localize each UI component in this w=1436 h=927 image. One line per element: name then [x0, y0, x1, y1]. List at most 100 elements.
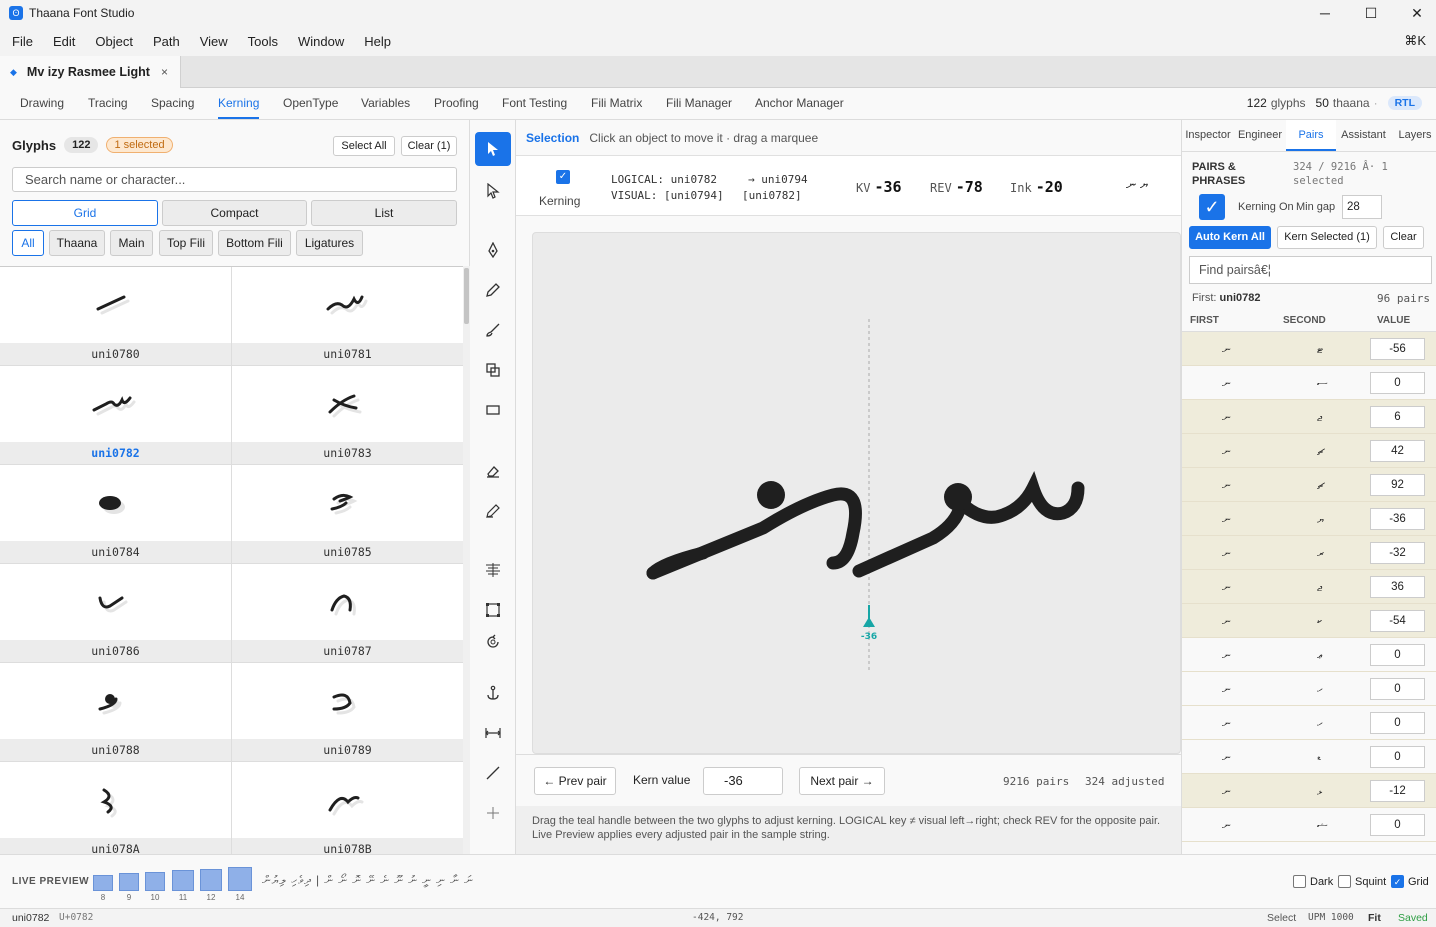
tab-tracing[interactable]: Tracing [88, 88, 128, 119]
tab-fili-matrix[interactable]: Fili Matrix [591, 88, 642, 119]
glyph-cell[interactable]: uni0781 [232, 267, 463, 365]
direct-select-tool-icon[interactable] [475, 174, 511, 208]
pair-value-input[interactable]: 0 [1370, 712, 1425, 734]
glyph-cell[interactable]: uni0784 [0, 465, 231, 563]
filter-thaana[interactable]: Thaana [49, 230, 105, 256]
find-pairs-input[interactable]: Find pairsâ€¦ [1189, 256, 1432, 284]
menu-tools[interactable]: Tools [240, 34, 286, 49]
measure-tool-icon[interactable] [475, 716, 511, 750]
tab-inspector[interactable]: Inspector [1182, 120, 1234, 151]
pair-value-input[interactable]: -36 [1370, 508, 1425, 530]
menu-help[interactable]: Help [356, 34, 399, 49]
pair-row[interactable]: ނ ކ -54 [1182, 604, 1436, 638]
align-tool-icon[interactable] [475, 553, 511, 587]
pair-value-input[interactable]: -32 [1370, 542, 1425, 564]
preview-size-swatch[interactable] [119, 873, 139, 891]
pair-row[interactable]: ނ ޅ -12 [1182, 774, 1436, 808]
view-compact-button[interactable]: Compact [162, 200, 307, 226]
tab-spacing[interactable]: Spacing [151, 88, 194, 119]
pair-row[interactable]: ނ ޗ 92 [1182, 468, 1436, 502]
menu-view[interactable]: View [192, 34, 236, 49]
squint-checkbox[interactable] [1338, 875, 1351, 888]
pair-value-input[interactable]: 42 [1370, 440, 1425, 462]
grid-checkbox[interactable]: ✓ [1391, 875, 1404, 888]
brush-tool-icon[interactable] [475, 313, 511, 347]
close-tab-icon[interactable]: × [161, 65, 168, 79]
minimize-button[interactable]: ─ [1302, 0, 1348, 26]
kern-selected-button[interactable]: Kern Selected (1) [1277, 226, 1377, 249]
pair-value-input[interactable]: 0 [1370, 814, 1425, 836]
rotate-tool-icon[interactable] [475, 625, 511, 659]
kerning-on-checkbox[interactable]: ✓ [1199, 194, 1225, 220]
pair-value-input[interactable]: 0 [1370, 372, 1425, 394]
tab-opentype[interactable]: OpenType [283, 88, 338, 119]
filter-ligatures[interactable]: Ligatures [296, 230, 363, 256]
tab-drawing[interactable]: Drawing [20, 88, 64, 119]
view-list-button[interactable]: List [311, 200, 457, 226]
anchor-tool-icon[interactable] [475, 676, 511, 710]
close-window-button[interactable]: ✕ [1394, 0, 1436, 26]
tab-assistant[interactable]: Assistant [1336, 120, 1391, 151]
prev-pair-button[interactable]: ← Prev pair [534, 767, 616, 795]
preview-size-swatch[interactable] [200, 868, 222, 891]
grid-toggle[interactable]: ✓ Grid [1391, 875, 1429, 888]
view-grid-button[interactable]: Grid [12, 200, 158, 226]
preview-size-swatch[interactable] [145, 871, 165, 891]
col-first[interactable]: FIRST [1190, 315, 1219, 326]
transform-tool-icon[interactable] [475, 593, 511, 627]
menu-window[interactable]: Window [290, 34, 352, 49]
glyph-cell[interactable]: uni0783 [232, 366, 463, 464]
pair-row[interactable]: ނ ޑ 0 [1182, 740, 1436, 774]
pair-row[interactable]: ނ ރ -32 [1182, 536, 1436, 570]
auto-kern-all-button[interactable]: Auto Kern All [1189, 226, 1271, 249]
clear-selection-button[interactable]: Clear (1) [401, 136, 457, 156]
tab-anchor-manager[interactable]: Anchor Manager [755, 88, 844, 119]
glyph-cell[interactable]: uni0782 [0, 366, 231, 464]
glyph-search-input[interactable]: Search name or character... [12, 167, 457, 192]
menu-edit[interactable]: Edit [45, 34, 83, 49]
shape-builder-tool-icon[interactable] [475, 353, 511, 387]
pair-row[interactable]: ނ ހ 0 [1182, 672, 1436, 706]
pair-value-input[interactable]: 0 [1370, 678, 1425, 700]
tab-engineer[interactable]: Engineer [1234, 120, 1286, 151]
pair-value-input[interactable]: 92 [1370, 474, 1425, 496]
glyph-cell[interactable]: uni078B [232, 762, 463, 854]
pair-row[interactable]: ނ ޗ 42 [1182, 434, 1436, 468]
document-tab[interactable]: ◆ Mv izy Rasmee Light × [0, 56, 181, 88]
dark-toggle[interactable]: Dark [1293, 875, 1333, 888]
glyph-cell[interactable]: uni078A [0, 762, 231, 854]
col-second[interactable]: SECOND [1283, 315, 1326, 326]
tab-proofing[interactable]: Proofing [434, 88, 479, 119]
glyph-cell[interactable]: uni0786 [0, 564, 231, 662]
tab-pairs[interactable]: Pairs [1286, 120, 1336, 151]
knife-tool-icon[interactable] [475, 756, 511, 790]
pair-value-input[interactable]: -12 [1370, 780, 1425, 802]
menu-object[interactable]: Object [87, 34, 141, 49]
glyph-cell[interactable]: uni0787 [232, 564, 463, 662]
preview-size-swatch[interactable] [172, 870, 194, 891]
pencil-tool-icon[interactable] [475, 273, 511, 307]
preview-size-swatch[interactable] [93, 875, 113, 891]
menu-file[interactable]: File [4, 34, 41, 49]
glyph-grid-scrollbar[interactable] [463, 266, 470, 854]
pair-row[interactable]: ނ ޝ 0 [1182, 808, 1436, 842]
pair-row[interactable]: ނ ޔ -36 [1182, 502, 1436, 536]
pair-value-input[interactable]: -56 [1370, 338, 1425, 360]
rectangle-tool-icon[interactable] [475, 393, 511, 427]
select-all-button[interactable]: Select All [333, 136, 395, 156]
select-tool-icon[interactable] [475, 132, 511, 166]
tab-kerning[interactable]: Kerning [218, 88, 260, 119]
rtl-badge[interactable]: RTL [1387, 96, 1422, 110]
pair-row[interactable]: ނ ސ 0 [1182, 366, 1436, 400]
pair-row[interactable]: ނ ޓ -56 [1182, 332, 1436, 366]
maximize-button[interactable]: ☐ [1348, 0, 1394, 26]
kerning-canvas[interactable]: -36 [532, 232, 1181, 754]
glyph-cell[interactable]: uni0785 [232, 465, 463, 563]
command-palette-shortcut[interactable]: ⌘K [1404, 33, 1426, 49]
pair-value-input[interactable]: 36 [1370, 576, 1425, 598]
dark-checkbox[interactable] [1293, 875, 1306, 888]
glyph-cell[interactable]: uni0780 [0, 267, 231, 365]
filter-all[interactable]: All [12, 230, 44, 256]
col-value[interactable]: VALUE [1377, 315, 1410, 326]
pair-row[interactable]: ނ ހ 0 [1182, 706, 1436, 740]
